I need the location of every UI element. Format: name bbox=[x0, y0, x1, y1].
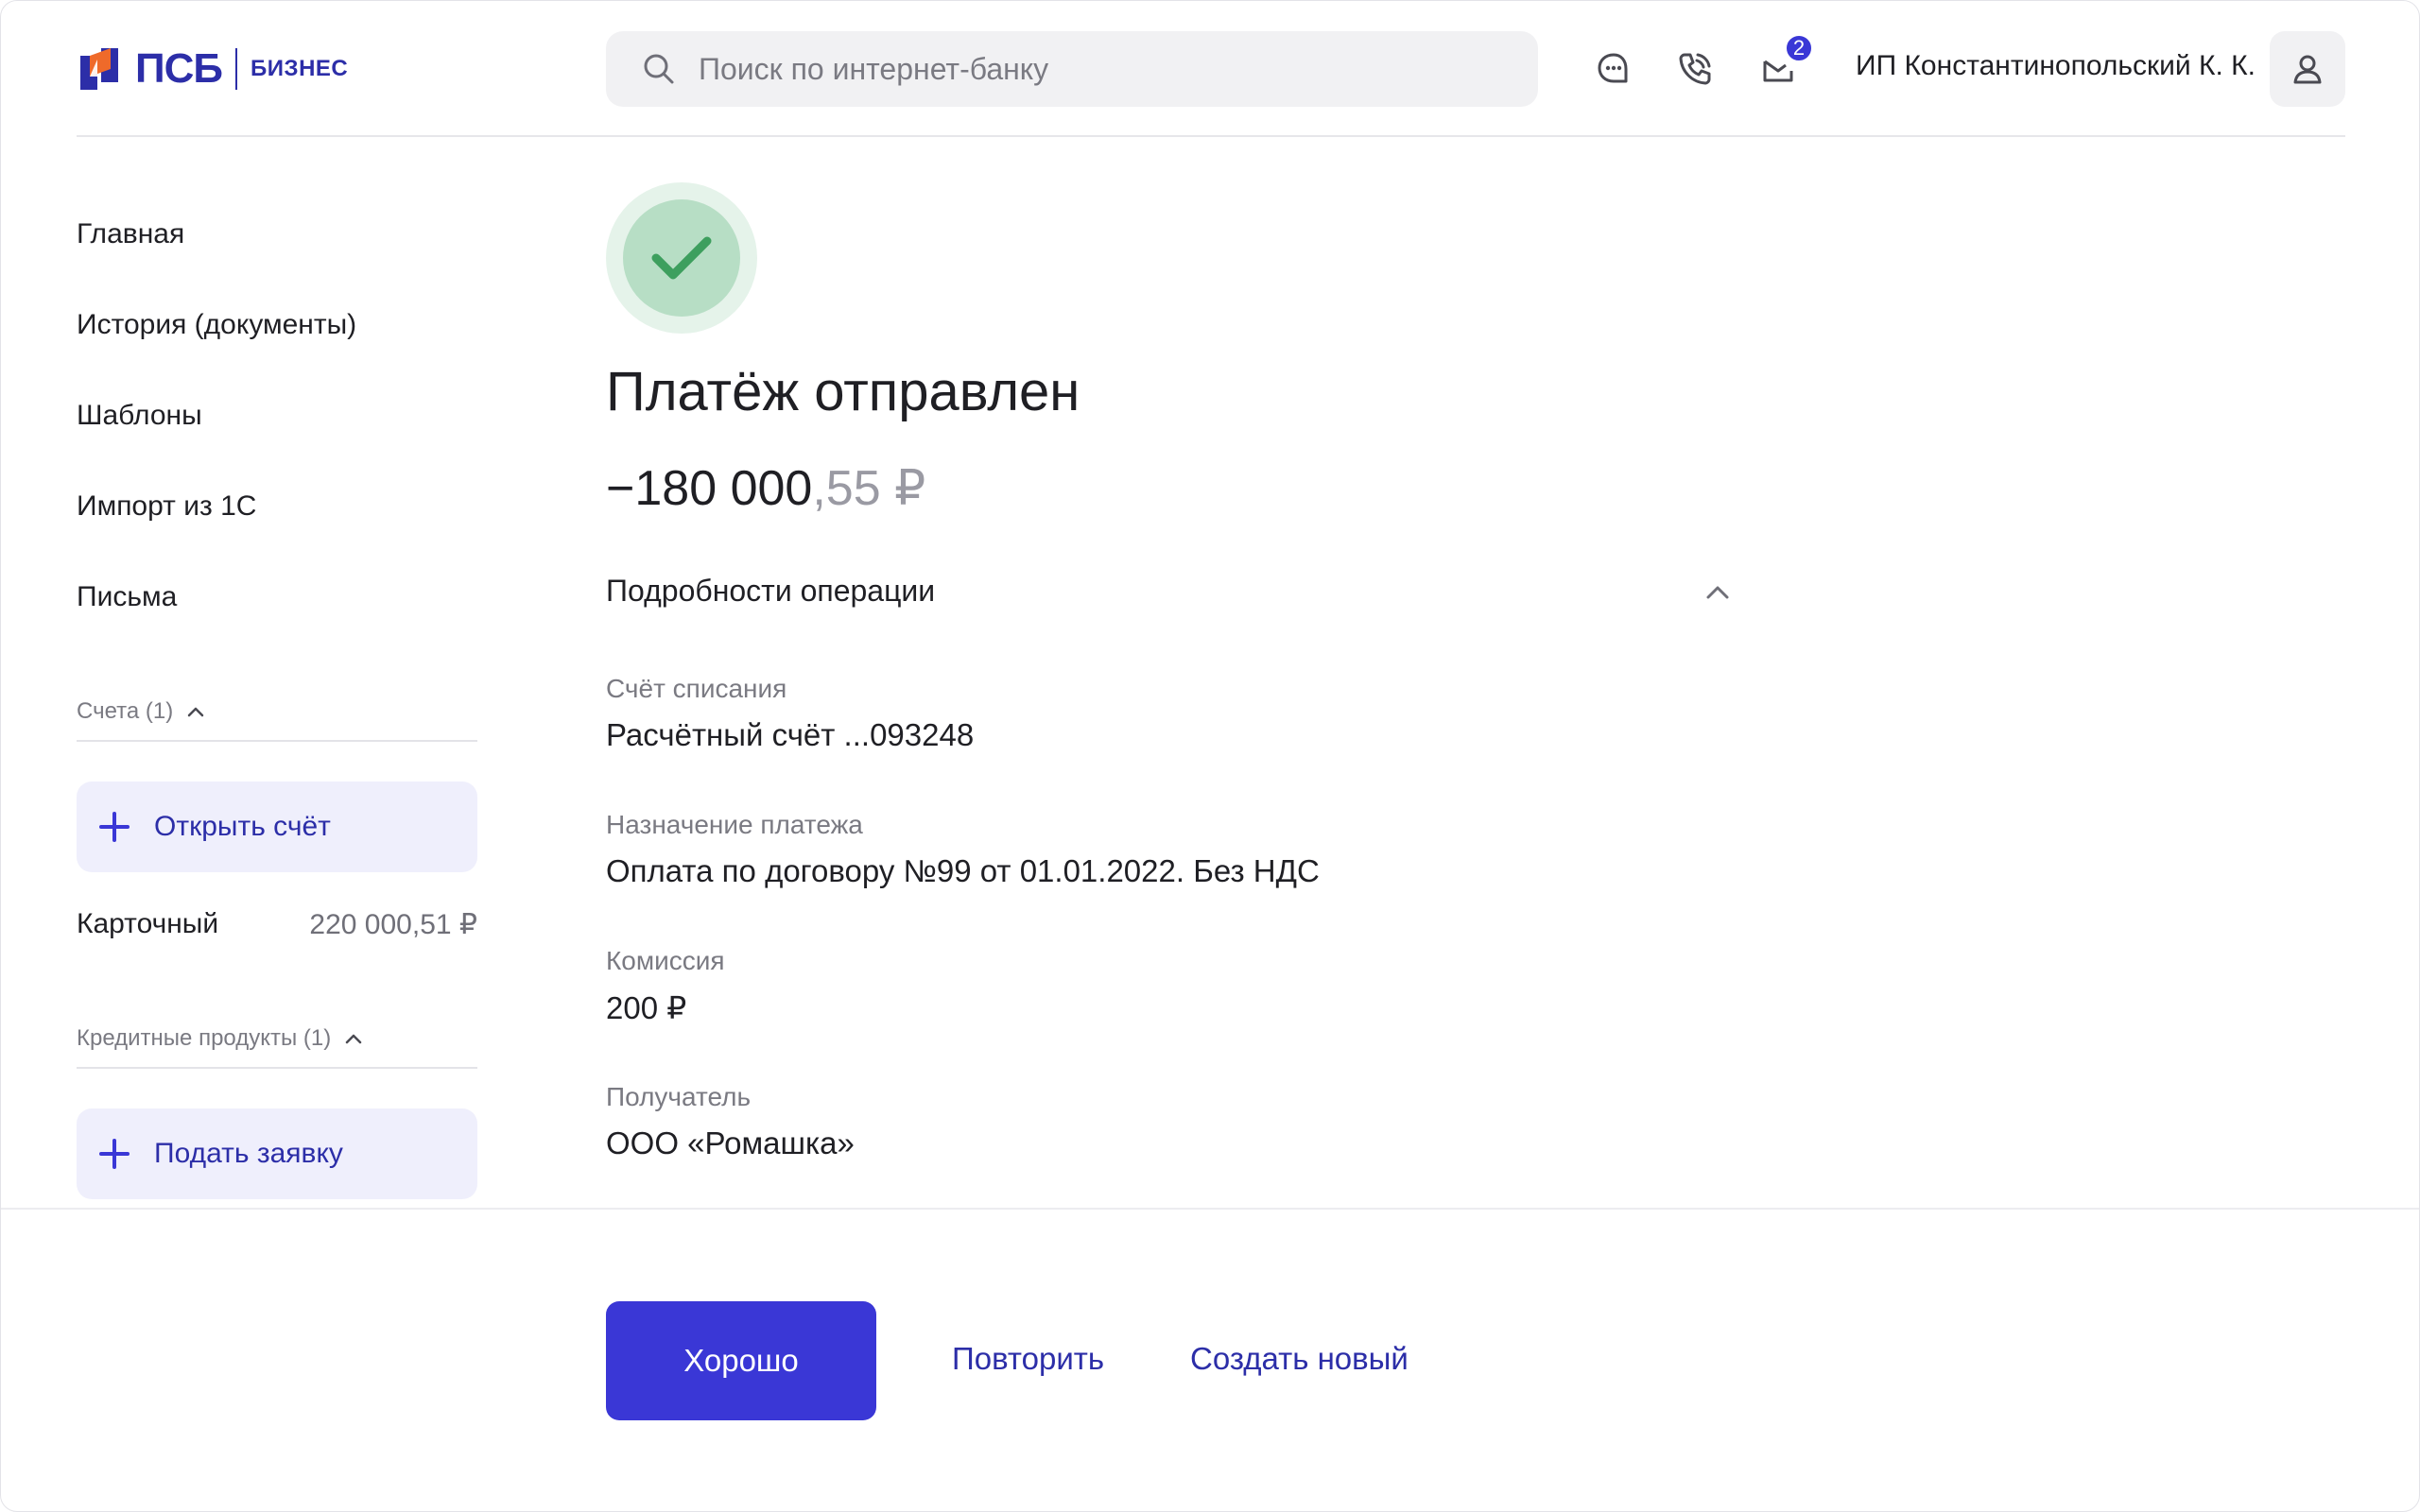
avatar-button[interactable] bbox=[2270, 31, 2345, 107]
search-icon bbox=[640, 50, 678, 88]
user-name[interactable]: ИП Константинопольский К. К. bbox=[1856, 50, 2256, 82]
check-icon bbox=[651, 236, 712, 280]
debit-account-value: Расчётный счёт ...093248 bbox=[606, 717, 975, 752]
sidebar-item-import[interactable]: Импорт из 1С bbox=[77, 490, 256, 523]
user-icon bbox=[2293, 55, 2322, 84]
account-balance: 220 000,51 ₽ bbox=[309, 909, 477, 940]
phone-icon[interactable] bbox=[1672, 46, 1718, 92]
footer-divider bbox=[1, 1208, 2419, 1210]
sidebar-item-history[interactable]: История (документы) bbox=[77, 309, 356, 341]
page-title: Платёж отправлен bbox=[606, 361, 1080, 422]
sidebar-item-letters[interactable]: Письма bbox=[77, 581, 177, 613]
accounts-section-header[interactable]: Счета (1) bbox=[77, 698, 205, 725]
plus-icon bbox=[99, 1139, 130, 1169]
logo-brand: ПСБ bbox=[135, 45, 223, 92]
chevron-up-icon bbox=[187, 707, 204, 717]
notification-badge: 2 bbox=[1784, 33, 1814, 63]
accounts-divider bbox=[77, 740, 477, 742]
ok-button[interactable]: Хорошо bbox=[606, 1301, 876, 1420]
payment-amount: −180 000,55 ₽ bbox=[606, 460, 925, 517]
commission-label: Комиссия bbox=[606, 946, 725, 975]
success-indicator bbox=[606, 182, 757, 334]
header-divider bbox=[77, 135, 2345, 137]
repeat-link[interactable]: Повторить bbox=[952, 1341, 1104, 1377]
create-new-link[interactable]: Создать новый bbox=[1190, 1341, 1409, 1377]
credit-section-title: Кредитные продукты (1) bbox=[77, 1025, 332, 1051]
logo-subtitle: БИЗНЕС bbox=[251, 56, 349, 81]
psb-logo-icon bbox=[80, 48, 118, 90]
details-toggle[interactable]: Подробности операции bbox=[606, 574, 1731, 609]
apply-credit-label: Подать заявку bbox=[154, 1138, 343, 1169]
accounts-section-title: Счета (1) bbox=[77, 698, 174, 724]
purpose-label: Назначение платежа bbox=[606, 810, 863, 839]
chevron-up-icon bbox=[346, 1034, 362, 1044]
mail-icon[interactable]: 2 bbox=[1755, 33, 1814, 92]
commission-value: 200 ₽ bbox=[606, 990, 687, 1025]
plus-icon bbox=[99, 812, 130, 842]
app-window: ПСБ БИЗНЕС 2 ИП Константинопольский К. К… bbox=[0, 0, 2420, 1512]
amount-whole: −180 000 bbox=[606, 461, 813, 516]
debit-account-label: Счёт списания bbox=[606, 674, 787, 703]
chevron-up-icon bbox=[1706, 586, 1729, 598]
apply-credit-button[interactable]: Подать заявку bbox=[77, 1108, 477, 1199]
sidebar-item-home[interactable]: Главная bbox=[77, 218, 184, 250]
recipient-value: ООО «Ромашка» bbox=[606, 1125, 855, 1160]
account-item-card[interactable]: Карточный 220 000,51 ₽ bbox=[77, 908, 477, 941]
sidebar-item-templates[interactable]: Шаблоны bbox=[77, 400, 202, 432]
search-input[interactable] bbox=[697, 50, 1513, 88]
logo-divider bbox=[235, 48, 238, 90]
search-bar[interactable] bbox=[606, 31, 1538, 107]
psb-business-logo[interactable]: ПСБ БИЗНЕС bbox=[77, 45, 349, 92]
credit-section-header[interactable]: Кредитные продукты (1) bbox=[77, 1025, 363, 1052]
chat-icon[interactable] bbox=[1591, 46, 1636, 92]
account-name: Карточный bbox=[77, 908, 219, 939]
purpose-value: Оплата по договору №99 от 01.01.2022. Бе… bbox=[606, 853, 1320, 888]
credit-divider bbox=[77, 1067, 477, 1069]
amount-fraction: ,55 ₽ bbox=[812, 461, 926, 516]
open-account-button[interactable]: Открыть счёт bbox=[77, 782, 477, 872]
details-title: Подробности операции bbox=[606, 574, 936, 608]
recipient-label: Получатель bbox=[606, 1082, 752, 1111]
open-account-label: Открыть счёт bbox=[154, 811, 331, 842]
